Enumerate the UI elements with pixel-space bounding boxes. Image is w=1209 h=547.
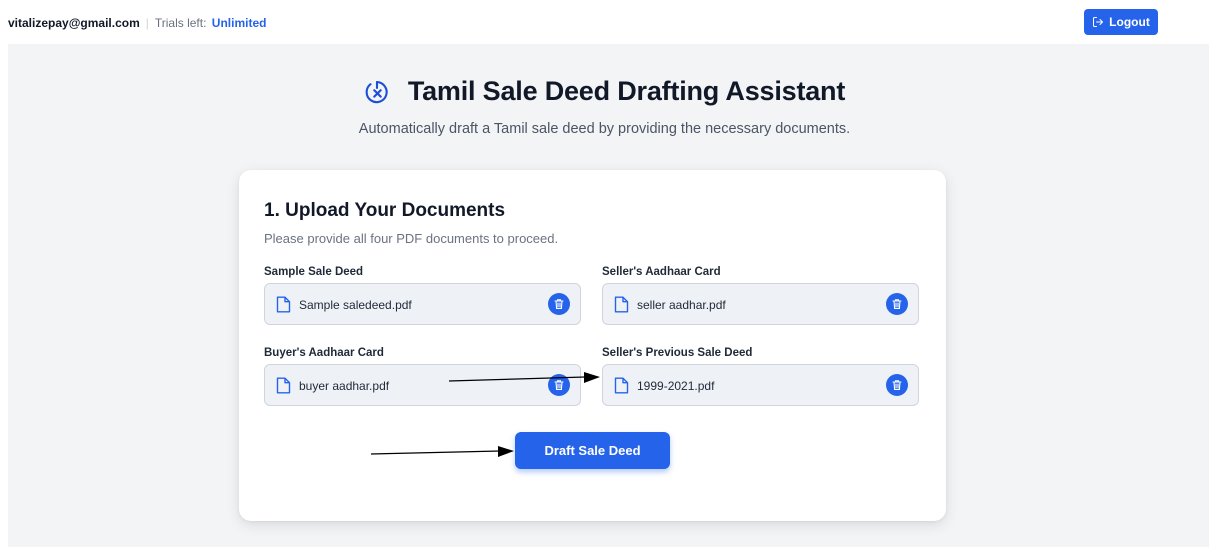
trash-icon xyxy=(892,380,902,391)
trash-icon xyxy=(554,299,564,310)
file-name: seller aadhar.pdf xyxy=(637,298,726,312)
seller-aadhaar-file[interactable]: seller aadhar.pdf xyxy=(602,283,919,325)
file-name: Sample saledeed.pdf xyxy=(299,298,412,312)
file-icon xyxy=(614,377,629,394)
file-name: 1999-2021.pdf xyxy=(637,379,715,393)
trials-label: Trials left: xyxy=(154,16,207,30)
sample-sale-deed-label: Sample Sale Deed xyxy=(264,266,364,278)
file-icon xyxy=(276,296,291,313)
user-info: vitalizepay@gmail.com | Trials left: Unlim… xyxy=(8,16,266,30)
trash-icon xyxy=(892,299,902,310)
draft-sale-deed-button[interactable]: Draft Sale Deed xyxy=(515,432,670,469)
logout-button[interactable]: Logout xyxy=(1084,9,1158,35)
delete-buyer-aadhaar-button[interactable] xyxy=(548,374,570,396)
file-icon xyxy=(614,296,629,313)
section-description: Please provide all four PDF documents to… xyxy=(264,231,559,246)
seller-previous-deed-label: Seller's Previous Sale Deed xyxy=(602,347,753,359)
buyer-aadhaar-label: Buyer's Aadhaar Card xyxy=(264,347,384,359)
file-icon xyxy=(276,377,291,394)
delete-seller-aadhaar-button[interactable] xyxy=(886,293,908,315)
buyer-aadhaar-file[interactable]: buyer aadhar.pdf xyxy=(264,364,581,406)
delete-sample-sale-deed-button[interactable] xyxy=(548,293,570,315)
title-row: Tamil Sale Deed Drafting Assistant xyxy=(0,74,1209,108)
page-subtitle: Automatically draft a Tamil sale deed by… xyxy=(358,121,851,137)
seller-aadhaar-label: Seller's Aadhaar Card xyxy=(602,266,721,278)
user-email: vitalizepay@gmail.com xyxy=(8,16,140,30)
file-name: buyer aadhar.pdf xyxy=(299,379,390,393)
seller-previous-deed-file[interactable]: 1999-2021.pdf xyxy=(602,364,919,406)
sample-sale-deed-file[interactable]: Sample saledeed.pdf xyxy=(264,283,581,325)
logout-label: Logout xyxy=(1109,15,1150,29)
page-title: Tamil Sale Deed Drafting Assistant xyxy=(407,75,846,106)
delete-seller-previous-deed-button[interactable] xyxy=(886,374,908,396)
timer-off-icon xyxy=(365,81,388,104)
logout-icon xyxy=(1093,17,1104,27)
section-title: 1. Upload Your Documents xyxy=(264,200,506,221)
upload-card: 1. Upload Your Documents Please provide … xyxy=(239,170,946,521)
trash-icon xyxy=(554,380,564,391)
header-separator: | xyxy=(145,16,149,30)
trials-value: Unlimited xyxy=(211,16,267,30)
top-bar: vitalizepay@gmail.com | Trials left: Unlim… xyxy=(0,0,1209,44)
